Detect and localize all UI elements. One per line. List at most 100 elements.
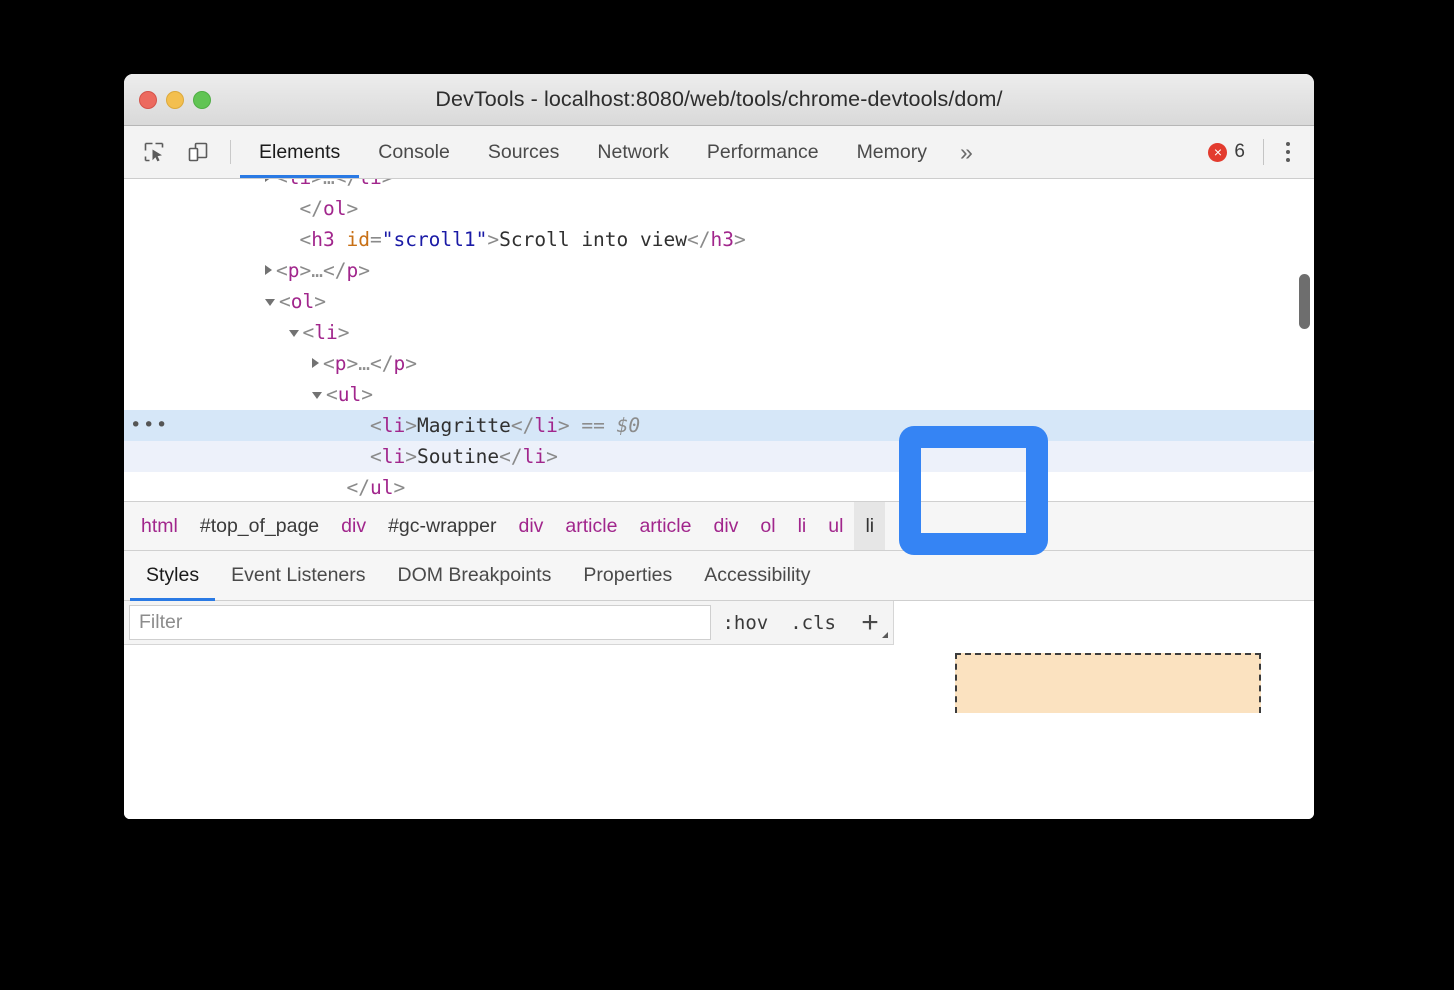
breadcrumb-item-li-9[interactable]: li <box>787 502 818 550</box>
tab-elements[interactable]: Elements <box>240 126 359 178</box>
dom-tree-row[interactable]: <h3 id="scroll1">Scroll into view</h3> <box>124 224 1314 255</box>
dom-token-brk: < <box>370 414 382 437</box>
tab-sources[interactable]: Sources <box>469 126 579 178</box>
dom-tree-row[interactable]: <li>Soutine</li> <box>124 441 1314 472</box>
dom-token-brk: </ <box>511 414 534 437</box>
filter-input[interactable] <box>129 605 711 640</box>
dom-token-brk: < <box>279 290 291 313</box>
tab-properties[interactable]: Properties <box>567 551 688 600</box>
chevron-down-icon[interactable] <box>289 330 299 337</box>
tab-accessibility[interactable]: Accessibility <box>688 551 826 600</box>
breadcrumb-item-label: ul <box>828 515 843 538</box>
tab-dom-breakpoints-label: DOM Breakpoints <box>398 564 552 587</box>
breadcrumb-item-li-11[interactable]: li <box>854 502 885 550</box>
chevron-right-icon[interactable] <box>312 358 319 368</box>
new-style-rule-button[interactable]: + <box>847 601 893 644</box>
chevron-right-icon[interactable] <box>265 265 272 275</box>
breadcrumb-item-html-0[interactable]: html <box>130 502 189 550</box>
node-ellipsis-badge[interactable]: ••• <box>130 410 169 441</box>
inspect-element-icon[interactable] <box>132 126 176 178</box>
breadcrumb-item-article-6[interactable]: article <box>628 502 702 550</box>
breadcrumb-item-ul-10[interactable]: ul <box>817 502 854 550</box>
breadcrumb-item-label: #top_of_page <box>200 515 319 538</box>
tab-console-label: Console <box>378 141 450 164</box>
error-count-badge[interactable]: × 6 <box>1196 141 1257 163</box>
dom-token-dim: … <box>358 352 370 375</box>
dom-token-brk: > <box>338 321 350 344</box>
dom-token-ref: == $0 <box>570 414 640 437</box>
cls-toggle-button[interactable]: .cls <box>779 601 847 644</box>
dom-token-txt: Magritte <box>417 414 511 437</box>
chevron-down-icon[interactable] <box>312 392 322 399</box>
devtools-main-toolbar: Elements Console Sources Network Perform… <box>124 126 1314 179</box>
tab-network[interactable]: Network <box>578 126 688 178</box>
maximize-window-button[interactable] <box>193 91 211 109</box>
tab-dom-breakpoints[interactable]: DOM Breakpoints <box>382 551 568 600</box>
tab-elements-label: Elements <box>259 141 340 164</box>
chevron-down-icon[interactable] <box>265 299 275 306</box>
tab-console[interactable]: Console <box>359 126 469 178</box>
dom-tree-row[interactable]: </ul> <box>124 472 1314 501</box>
close-window-button[interactable] <box>139 91 157 109</box>
dom-tree-row[interactable]: <p>…</p> <box>124 348 1314 379</box>
box-model-diagram <box>955 653 1261 713</box>
dom-tree-scrollbar[interactable] <box>1299 274 1310 329</box>
tab-styles[interactable]: Styles <box>130 551 215 600</box>
device-toolbar-icon[interactable] <box>176 126 220 178</box>
breadcrumb-item-div-2[interactable]: div <box>330 502 377 550</box>
dom-tree-row[interactable]: <li> <box>124 317 1314 348</box>
dom-token-brk: > <box>405 352 417 375</box>
breadcrumb-item-gc-wrapper-3[interactable]: #gc-wrapper <box>377 502 507 550</box>
dom-token-brk: > <box>300 259 312 282</box>
dom-tree-row[interactable]: <li>…</li> <box>124 179 1314 193</box>
breadcrumb: html#top_of_pagediv#gc-wrapperdivarticle… <box>124 501 1314 551</box>
hov-toggle-button[interactable]: :hov <box>711 601 779 644</box>
dom-token-brk: > <box>558 414 570 437</box>
dom-token-brk: < <box>326 383 338 406</box>
minimize-window-button[interactable] <box>166 91 184 109</box>
breadcrumb-item-label: article <box>565 515 617 538</box>
tab-event-listeners[interactable]: Event Listeners <box>215 551 381 600</box>
breadcrumb-item-article-5[interactable]: article <box>554 502 628 550</box>
tab-memory[interactable]: Memory <box>838 126 946 178</box>
breadcrumb-item-label: html <box>141 515 178 538</box>
dom-tree-row[interactable]: •••<li>Magritte</li> == $0 <box>124 410 1314 441</box>
more-options-kebab-icon[interactable] <box>1270 142 1306 162</box>
chevron-right-icon[interactable] <box>265 179 272 182</box>
dom-token-brk: < <box>323 352 335 375</box>
dom-token-brk: </ <box>335 179 358 189</box>
dom-token-tag: p <box>335 352 347 375</box>
dom-token-brk: < <box>276 259 288 282</box>
dom-token-dim: … <box>323 179 335 189</box>
tab-properties-label: Properties <box>583 564 672 587</box>
sidebar-tab-list: Styles Event Listeners DOM Breakpoints P… <box>124 551 1314 601</box>
dom-token-brk: = <box>370 228 382 251</box>
dom-tree-row[interactable]: <ol> <box>124 286 1314 317</box>
plus-icon: + <box>861 608 879 638</box>
dom-tree-row[interactable]: <ul> <box>124 379 1314 410</box>
breadcrumb-item-label: ol <box>760 515 775 538</box>
dom-token-tag: p <box>393 352 405 375</box>
more-tabs-chevron-icon[interactable]: » <box>946 126 987 178</box>
dom-token-brk: > <box>393 476 405 499</box>
dom-token-dim: … <box>311 259 323 282</box>
breadcrumb-item-topofpage-1[interactable]: #top_of_page <box>189 502 330 550</box>
dropdown-corner-icon <box>882 632 888 638</box>
dom-tree-panel[interactable]: <li>…</li></ol><h3 id="scroll1">Scroll i… <box>124 179 1314 501</box>
breadcrumb-item-label: article <box>639 515 691 538</box>
dom-token-txt: Scroll into view <box>499 228 687 251</box>
breadcrumb-item-ol-8[interactable]: ol <box>749 502 786 550</box>
window-titlebar: DevTools - localhost:8080/web/tools/chro… <box>124 74 1314 126</box>
dom-token-brk: > <box>405 414 417 437</box>
breadcrumb-item-div-7[interactable]: div <box>702 502 749 550</box>
dom-tree-row[interactable]: </ol> <box>124 193 1314 224</box>
breadcrumb-item-div-4[interactable]: div <box>507 502 554 550</box>
dom-token-brk: > <box>358 259 370 282</box>
dom-token-brk: < <box>300 228 312 251</box>
dom-tree-row[interactable]: <p>…</p> <box>124 255 1314 286</box>
dom-token-tag: li <box>314 321 337 344</box>
tab-performance[interactable]: Performance <box>688 126 838 178</box>
dom-token-brk: > <box>361 383 373 406</box>
dom-token-brk: < <box>303 321 315 344</box>
dom-token-tag: li <box>382 414 405 437</box>
